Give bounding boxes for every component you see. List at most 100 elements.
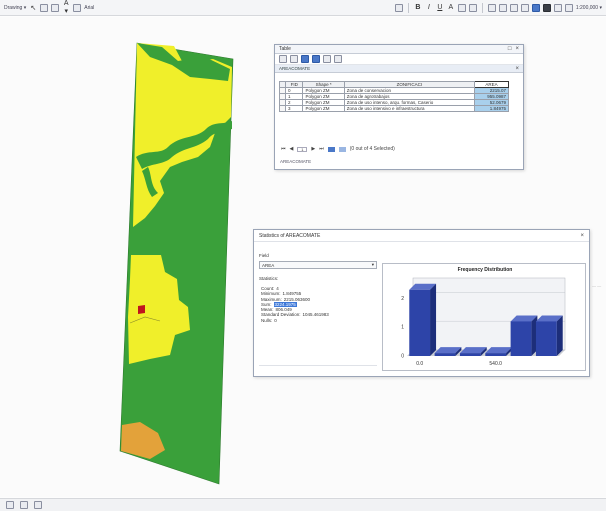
bar-side bbox=[556, 315, 563, 356]
table-bottom-tab[interactable]: AREACOMATE bbox=[280, 159, 311, 164]
stat-value: 2215.063600 bbox=[283, 296, 311, 302]
stat-label: Sum: bbox=[261, 301, 272, 307]
layer-icon[interactable] bbox=[531, 3, 540, 12]
stat-label: Nulls: bbox=[261, 317, 273, 323]
table-window-controls: □ × bbox=[508, 46, 519, 52]
select-arrow-icon[interactable]: ↖ bbox=[29, 4, 37, 12]
refresh-icon[interactable] bbox=[34, 501, 42, 509]
font-size-button[interactable]: A ▾ bbox=[62, 0, 70, 15]
table-titlebar[interactable]: Table □ × bbox=[275, 45, 523, 54]
table-options-icon[interactable] bbox=[279, 55, 287, 63]
stat-value: 0 bbox=[274, 317, 277, 323]
line-color-icon[interactable] bbox=[468, 3, 477, 12]
record-navigator: ⏮ ◀ 1 ▶ ⏭ (0 out of 4 Selected) bbox=[281, 146, 395, 152]
bar bbox=[535, 321, 557, 356]
stat-label: Minimum: bbox=[261, 291, 281, 297]
bar bbox=[510, 321, 532, 356]
stat-value: 1.849755 bbox=[282, 291, 302, 297]
statistics-titlebar[interactable]: Statistics of AREACOMATE × bbox=[254, 230, 589, 242]
last-record-icon[interactable]: ⏭ bbox=[319, 146, 324, 152]
stat-label: Standard Deviation: bbox=[261, 312, 301, 318]
stat-value: 4 bbox=[276, 286, 279, 291]
field-label: Field bbox=[259, 253, 269, 258]
clear-selection-icon[interactable] bbox=[323, 55, 331, 63]
layer-tab[interactable]: AREACOMATE × bbox=[275, 65, 523, 73]
next-record-icon[interactable]: ▶ bbox=[311, 146, 315, 152]
y-tick-label: 0 bbox=[401, 354, 404, 360]
stat-label: Mean: bbox=[261, 307, 274, 313]
full-extent-icon[interactable] bbox=[520, 3, 529, 12]
y-tick-label: 2 bbox=[401, 296, 404, 302]
toolbar-separator bbox=[407, 2, 409, 13]
side-note: — — bbox=[592, 283, 602, 288]
zoom-in-icon[interactable] bbox=[487, 3, 496, 12]
field-dropdown[interactable]: AREA ▾ bbox=[259, 261, 377, 269]
table-row[interactable]: 3 Polygon ZM Zona de uso intensivo e inf… bbox=[279, 105, 509, 112]
statistics-window: Statistics of AREACOMATE × Field AREA ▾ … bbox=[253, 229, 590, 377]
stat-value: 1045.461983 bbox=[302, 312, 329, 318]
statistics-scrollbar[interactable] bbox=[259, 365, 377, 371]
field-dropdown-value: AREA bbox=[262, 262, 275, 268]
select-by-attributes-icon[interactable] bbox=[301, 55, 309, 63]
x-tick-label: 0.0 bbox=[416, 361, 423, 367]
delete-selected-icon[interactable] bbox=[334, 55, 342, 63]
bar bbox=[434, 353, 456, 356]
identify-icon[interactable] bbox=[542, 3, 551, 12]
bar bbox=[485, 353, 507, 356]
italic-icon[interactable]: I bbox=[425, 4, 433, 11]
fill-color-icon[interactable] bbox=[457, 3, 466, 12]
table-window-title: Table bbox=[279, 46, 291, 52]
chevron-down-icon: ▾ bbox=[371, 262, 374, 267]
selection-status: (0 out of 4 Selected) bbox=[349, 146, 395, 152]
underline-icon[interactable]: U bbox=[436, 4, 444, 11]
status-bar bbox=[0, 498, 606, 511]
close-icon[interactable]: × bbox=[515, 46, 519, 52]
toolbar-separator bbox=[481, 2, 483, 13]
map-zone-red bbox=[138, 305, 145, 314]
table-cell: 1.84975 bbox=[474, 105, 509, 112]
scale-dropdown[interactable]: 1:200,000 ▾ bbox=[576, 5, 602, 11]
stat-row: Nulls: 0 bbox=[261, 318, 329, 323]
first-record-icon[interactable]: ⏮ bbox=[281, 146, 286, 152]
measure-icon[interactable] bbox=[553, 3, 562, 12]
text-align-icon[interactable] bbox=[394, 3, 403, 12]
bar bbox=[459, 353, 481, 356]
show-selected-records-icon[interactable] bbox=[338, 146, 346, 152]
font-color-icon[interactable]: A bbox=[447, 4, 455, 11]
stat-label: Maximum: bbox=[261, 296, 282, 302]
layer-tab-label: AREACOMATE bbox=[279, 66, 311, 71]
bar-side bbox=[430, 283, 437, 356]
pan-icon[interactable] bbox=[509, 3, 518, 12]
stat-value-selected[interactable]: 3224.1975 bbox=[273, 301, 297, 307]
statistics-heading: Statistics: bbox=[259, 276, 279, 281]
table-cell: 3 bbox=[284, 105, 304, 112]
table-cell: Zona de uso intensivo e infraestructura bbox=[343, 105, 476, 112]
record-position-input[interactable]: 1 bbox=[297, 146, 308, 152]
restore-icon[interactable]: □ bbox=[508, 46, 512, 52]
attribute-table: FID Shape * ZONIFICACI AREA 0 Polygon ZM… bbox=[279, 81, 509, 112]
drawing-dropdown[interactable]: Drawing ▾ bbox=[4, 5, 26, 11]
close-icon[interactable]: × bbox=[580, 233, 584, 239]
table-cell: Polygon ZM bbox=[302, 105, 345, 112]
font-family-dropdown[interactable]: Arial bbox=[84, 5, 94, 11]
table-window: Table □ × AREACOMATE × FID Shape * ZONIF… bbox=[274, 44, 524, 170]
stat-label: Count: bbox=[261, 286, 275, 291]
rotate-icon[interactable] bbox=[40, 3, 49, 12]
layer-tab-close-icon[interactable]: × bbox=[515, 66, 519, 72]
fill-icon[interactable] bbox=[73, 3, 82, 12]
rectangle-tool-icon[interactable] bbox=[51, 3, 60, 12]
statistics-window-title: Statistics of AREACOMATE bbox=[259, 232, 321, 239]
related-tables-icon[interactable] bbox=[290, 55, 298, 63]
previous-record-icon[interactable]: ◀ bbox=[290, 146, 294, 152]
zoom-out-icon[interactable] bbox=[498, 3, 507, 12]
bold-icon[interactable]: B bbox=[414, 4, 422, 11]
x-tick-label: 540.0 bbox=[489, 361, 502, 367]
layout-view-icon[interactable] bbox=[6, 501, 14, 509]
show-all-records-icon[interactable] bbox=[327, 146, 335, 152]
stat-value: 806.049 bbox=[275, 307, 292, 313]
bar bbox=[409, 289, 431, 356]
find-icon[interactable] bbox=[564, 3, 573, 12]
data-view-icon[interactable] bbox=[20, 501, 28, 509]
statistics-list: Count: 4 Minimum: 1.849755 Maximum: 2215.06… bbox=[261, 286, 329, 323]
switch-selection-icon[interactable] bbox=[312, 55, 320, 63]
